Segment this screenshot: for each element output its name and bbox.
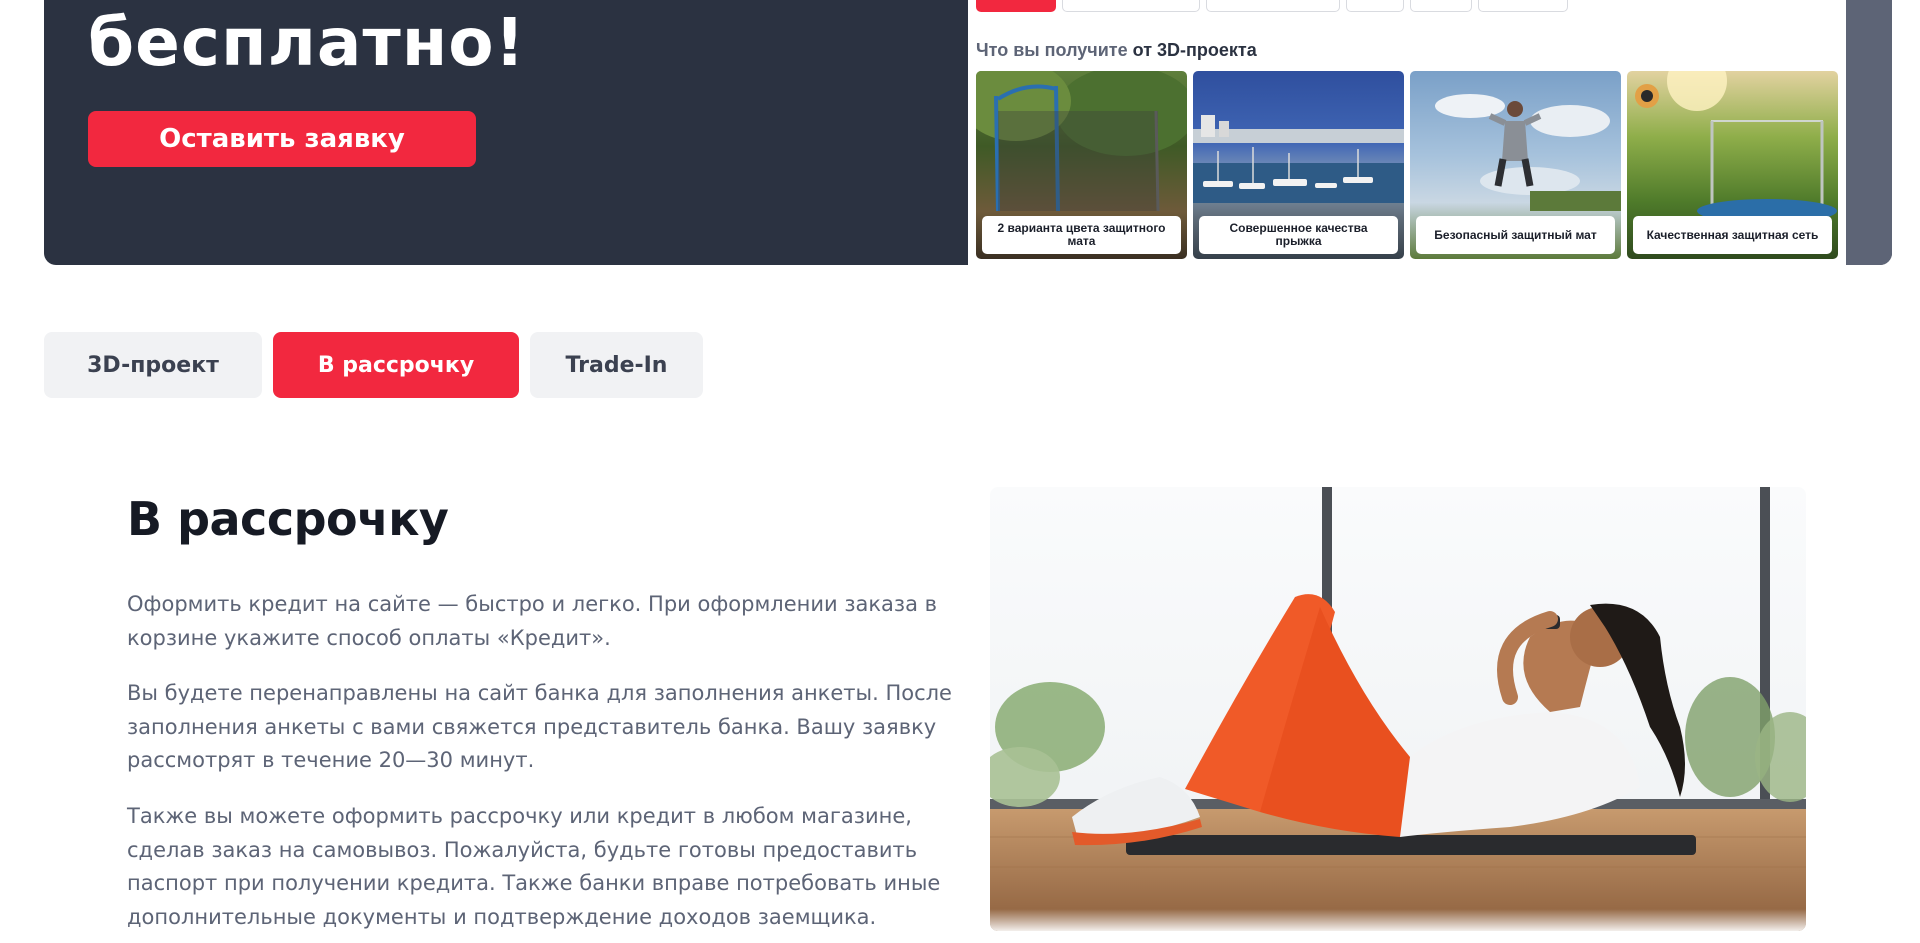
paragraph-bank-redirect: Вы будете перенаправлены на сайт банка д…: [127, 681, 952, 772]
paragraph-store-credit: Также вы можете оформить рассрочку или к…: [127, 804, 941, 929]
promo-tab-strip: [976, 0, 1568, 12]
photo-fade: [990, 909, 1806, 931]
promo-tab[interactable]: [1478, 0, 1568, 12]
promo-card-caption: Качественная защитная сеть: [1633, 216, 1832, 254]
promo-card-caption: Совершенное качества прыжка: [1199, 216, 1398, 254]
promo-card[interactable]: Качественная защитная сеть: [1627, 71, 1838, 259]
promo-card-caption: 2 варианта цвета защитного мата: [982, 216, 1181, 254]
tab-3d-project[interactable]: 3D-проект: [44, 332, 262, 398]
section-title: В рассрочку: [127, 492, 449, 546]
tab-trade-in[interactable]: Trade-In: [530, 332, 703, 398]
submit-request-button[interactable]: Оставить заявку: [88, 111, 476, 167]
woman-doing-crunches-image: [990, 487, 1806, 931]
promo-card[interactable]: Безопасный защитный мат: [1410, 71, 1621, 259]
promo-heading-suffix: от 3D-проекта: [1132, 40, 1257, 60]
banner-title: бесплатно!: [88, 4, 526, 81]
promo-card[interactable]: Совершенное качества прыжка: [1193, 71, 1404, 259]
banner-edge: [1846, 0, 1892, 265]
promo-tab[interactable]: [1410, 0, 1472, 12]
paragraph-credit-online: Оформить кредит на сайте — быстро и легк…: [127, 592, 938, 650]
promo-heading: Что вы получите от 3D-проекта: [976, 40, 1257, 61]
promo-tab[interactable]: [1346, 0, 1404, 12]
tab-installment[interactable]: В рассрочку: [273, 332, 519, 398]
promo-cards: 2 варианта цвета защитного мата Совершен…: [976, 71, 1838, 259]
promo-card[interactable]: 2 варианта цвета защитного мата: [976, 71, 1187, 259]
promo-card-caption: Безопасный защитный мат: [1416, 216, 1615, 254]
promo-heading-prefix: Что вы получите: [976, 40, 1128, 60]
fitness-photo: [990, 487, 1806, 931]
promo-banner: бесплатно! Оставить заявку Что вы получи…: [44, 0, 1892, 265]
promo-tab[interactable]: [1062, 0, 1200, 12]
promo-tab[interactable]: [1206, 0, 1340, 12]
promo-tab[interactable]: [976, 0, 1056, 12]
promo-panel: Что вы получите от 3D-проекта 2 варианта…: [968, 0, 1846, 265]
